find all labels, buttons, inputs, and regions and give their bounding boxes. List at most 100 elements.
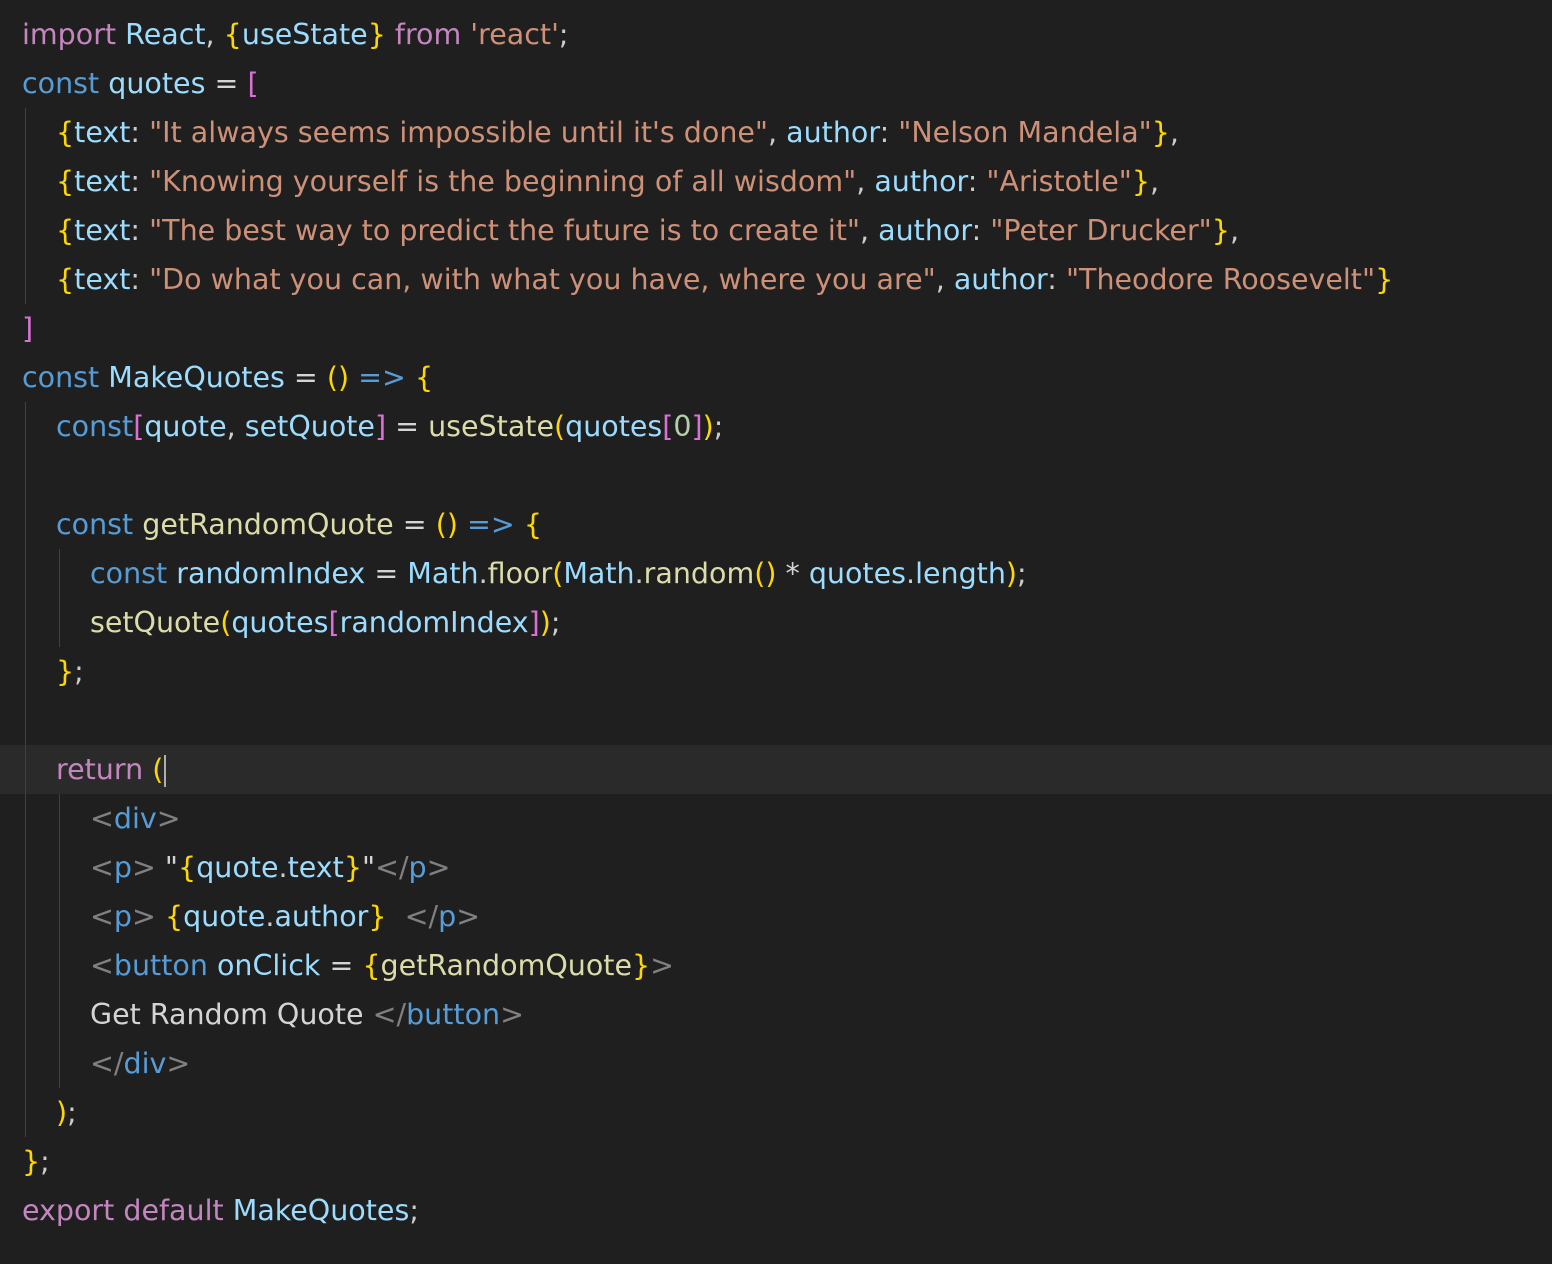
code-token: randomIndex <box>176 557 366 590</box>
code-token: length <box>915 557 1006 590</box>
code-token: "Theodore Roosevelt" <box>1065 263 1376 296</box>
indent-guide <box>59 794 60 1088</box>
code-line[interactable]: const quotes = [ <box>0 59 1552 108</box>
code-line-text: setQuote(quotes[randomIndex]); <box>90 598 560 647</box>
code-token: " <box>361 851 376 884</box>
code-editor[interactable]: import React, {useState} from 'react'; co… <box>0 0 1552 1264</box>
code-token: const <box>22 67 100 100</box>
code-line[interactable]: import React, {useState} from 'react'; <box>0 10 1552 59</box>
code-line[interactable]: const getRandomQuote = () => { <box>0 500 1552 549</box>
code-token: } <box>631 949 651 982</box>
code-line[interactable]: ] <box>0 304 1552 353</box>
code-token: => <box>467 508 515 541</box>
code-token: , <box>860 214 879 247</box>
code-token: = <box>293 361 318 394</box>
code-token: MakeQuotes <box>108 361 285 394</box>
code-token: const <box>90 557 168 590</box>
code-token: "Do what you can, with what you have, wh… <box>149 263 936 296</box>
code-token: </ <box>90 1047 124 1080</box>
code-token: floor <box>487 557 553 590</box>
code-line[interactable]: <p> {quote.author} </p> <box>0 892 1552 941</box>
code-token: () <box>754 557 777 590</box>
code-token: p <box>113 851 132 884</box>
code-token: = <box>374 557 399 590</box>
code-token: p <box>408 851 427 884</box>
code-line[interactable] <box>0 696 1552 745</box>
code-line-text: ] <box>22 304 33 353</box>
code-token: quote <box>144 410 227 443</box>
code-token: , <box>1169 116 1179 149</box>
code-line[interactable]: return ( <box>0 745 1552 794</box>
code-line-text: <div> <box>90 794 181 843</box>
code-token: author <box>786 116 880 149</box>
code-token: > <box>131 900 156 933</box>
code-token: : <box>1047 263 1066 296</box>
code-line[interactable]: <p> "{quote.text}"</p> <box>0 843 1552 892</box>
code-line[interactable]: {text: "Knowing yourself is the beginnin… <box>0 157 1552 206</box>
code-token: button <box>113 949 208 982</box>
code-line-text: import React, {useState} from 'react'; <box>22 10 569 59</box>
code-token: setQuote <box>244 410 375 443</box>
code-token: </ <box>375 851 409 884</box>
code-token: 'react' <box>470 18 559 51</box>
code-token: "Nelson Mandela" <box>898 116 1152 149</box>
code-token: ; <box>713 410 724 443</box>
code-line[interactable] <box>0 451 1552 500</box>
code-token: export <box>22 1194 115 1227</box>
code-token: : <box>967 165 987 198</box>
code-token: author <box>878 214 972 247</box>
code-line-text: Get Random Quote </button> <box>90 990 524 1039</box>
code-line-text: </div> <box>90 1039 190 1088</box>
code-token: > <box>456 900 481 933</box>
code-line[interactable]: {text: "The best way to predict the futu… <box>0 206 1552 255</box>
code-token: } <box>368 900 387 933</box>
indent-guide <box>25 402 26 1137</box>
code-line[interactable]: {text: "It always seems impossible until… <box>0 108 1552 157</box>
code-token: ] <box>528 606 540 639</box>
code-token: ) <box>539 606 551 639</box>
code-token: ; <box>74 655 84 688</box>
code-token: , <box>1229 214 1239 247</box>
code-token: setQuote <box>90 606 221 639</box>
code-line[interactable]: <div> <box>0 794 1552 843</box>
code-line[interactable]: <button onClick = {getRandomQuote}> <box>0 941 1552 990</box>
code-line[interactable]: Get Random Quote </button> <box>0 990 1552 1039</box>
code-token: , <box>205 18 224 51</box>
indent-guide <box>59 549 60 647</box>
code-line[interactable]: const MakeQuotes = () => { <box>0 353 1552 402</box>
code-token: const <box>22 361 100 394</box>
code-token: < <box>90 851 114 884</box>
code-token: p <box>438 900 457 933</box>
code-line[interactable]: setQuote(quotes[randomIndex]); <box>0 598 1552 647</box>
code-token: { <box>415 361 434 394</box>
code-line-text: {text: "Do what you can, with what you h… <box>56 255 1393 304</box>
code-line[interactable]: export default MakeQuotes; <box>0 1186 1552 1235</box>
code-line-text: const MakeQuotes = () => { <box>22 353 433 402</box>
code-token: ; <box>67 1096 77 1129</box>
code-line[interactable]: </div> <box>0 1039 1552 1088</box>
code-line[interactable]: const[quote, setQuote] = useState(quotes… <box>0 402 1552 451</box>
code-token: text <box>74 263 131 296</box>
code-line[interactable]: const randomIndex = Math.floor(Math.rand… <box>0 549 1552 598</box>
code-line[interactable]: }; <box>0 647 1552 696</box>
code-token: > <box>500 998 524 1031</box>
code-token: ( <box>552 557 564 590</box>
code-line[interactable]: }; <box>0 1137 1552 1186</box>
text-cursor <box>164 755 167 787</box>
code-line[interactable]: ); <box>0 1088 1552 1137</box>
code-token: useState <box>428 410 554 443</box>
code-token: ) <box>702 410 714 443</box>
code-token: div <box>113 802 157 835</box>
code-token: ; <box>40 1145 50 1178</box>
code-token: [ <box>328 606 340 639</box>
code-token: [ <box>247 67 259 100</box>
code-token: < <box>90 900 114 933</box>
code-line[interactable]: {text: "Do what you can, with what you h… <box>0 255 1552 304</box>
code-token: . <box>906 557 916 590</box>
